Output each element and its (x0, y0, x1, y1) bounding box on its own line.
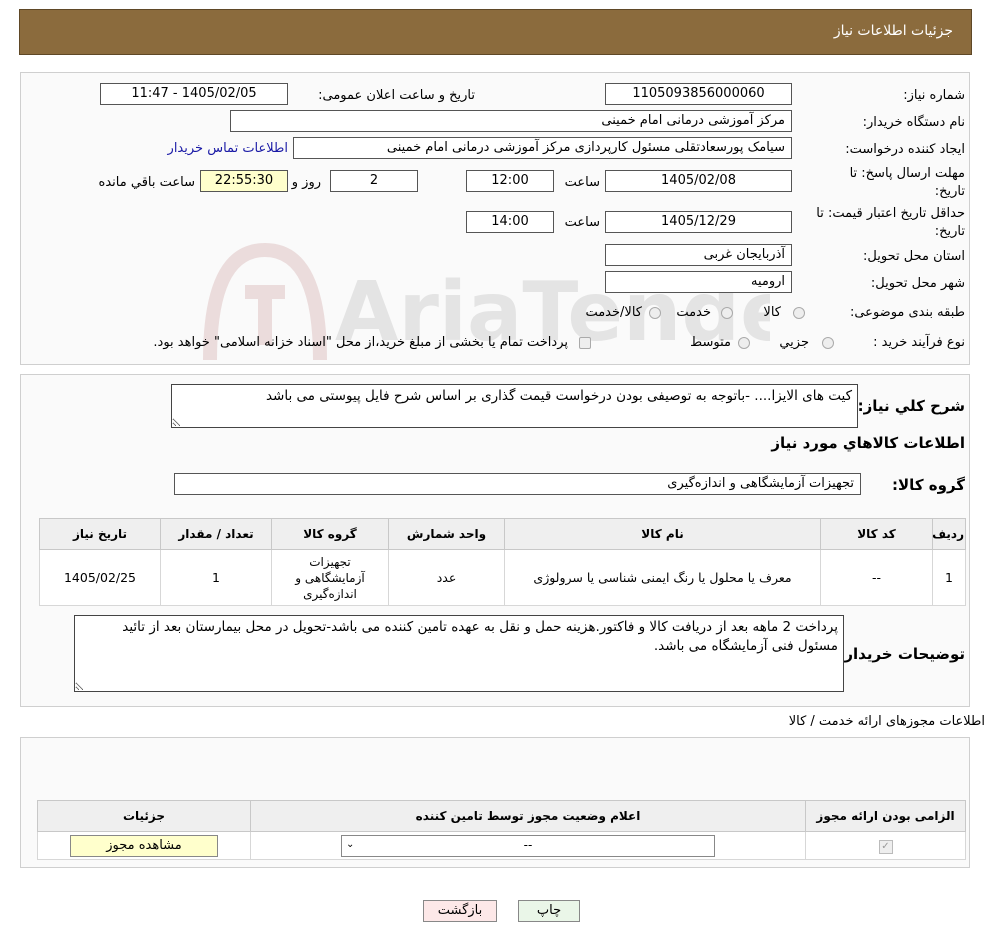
validity-time-label: ساعت (564, 215, 600, 230)
table-row: 1 -- معرف یا محلول یا رنگ ایمنی شناسی یا… (39, 549, 966, 606)
validity-label: حداقل تاریخ اعتبار قیمت: تا (816, 206, 965, 221)
col-row-number: ردیف (932, 518, 966, 550)
purchase-type-label: نوع فرآیند خرید : (873, 335, 965, 350)
page-header: جزئیات اطلاعات نیاز (19, 9, 972, 55)
goods-group-label: گروه کالا: (892, 476, 965, 494)
creator-field: سیامک پورسعادتقلی مسئول کارپردازی مرکز آ… (293, 137, 792, 159)
view-permit-button[interactable]: مشاهده مجوز (70, 834, 218, 857)
col-permit-required: الزامی بودن ارائه مجوز (805, 800, 966, 832)
province-label: استان محل تحویل: (863, 249, 965, 264)
category-radio-goods-service[interactable] (649, 307, 661, 319)
purchase-checkbox-treasury[interactable] (579, 337, 591, 349)
purchase-option-medium: متوسط (690, 335, 731, 350)
chevron-down-icon: ⌄ (346, 838, 355, 850)
cell-item-code: -- (820, 549, 933, 606)
category-radio-service[interactable] (721, 307, 733, 319)
permits-table: الزامی بودن ارائه مجوز اعلام وضعیت مجوز … (37, 800, 966, 860)
goods-group-field: تجهیزات آزمایشگاهی و اندازه‌گیری (174, 473, 861, 495)
buyer-org-label: نام دستگاه خریدار: (862, 115, 965, 130)
province-field: آذربایجان غربی (605, 244, 792, 266)
validity-date-field: 1405/12/29 (605, 211, 792, 233)
page-title: جزئیات اطلاعات نیاز (833, 23, 953, 39)
cell-unit: عدد (388, 549, 505, 606)
buyer-notes-textarea[interactable]: پرداخت 2 ماهه بعد از دریافت کالا و فاکتو… (74, 615, 844, 692)
creator-label: ایجاد کننده درخواست: (845, 142, 965, 157)
deadline-label: مهلت ارسال پاسخ: تا (849, 166, 965, 181)
city-field: ارومیه (605, 271, 792, 293)
cell-item-name: معرف یا محلول یا رنگ ایمنی شناسی یا سرول… (504, 549, 821, 606)
purchase-treasury-note: پرداخت تمام یا بخشی از مبلغ خرید،از محل … (153, 335, 568, 350)
need-number-field: 1105093856000060 (605, 83, 792, 105)
category-option-goods: کالا (763, 305, 781, 320)
purchase-radio-small[interactable] (822, 337, 834, 349)
back-button[interactable]: بازگشت (423, 900, 497, 922)
validity-time-field: 14:00 (466, 211, 554, 233)
announce-date-field: 1405/02/05 - 11:47 (100, 83, 288, 105)
buyer-contact-link[interactable]: اطلاعات تماس خریدار (168, 141, 288, 156)
cell-row-number: 1 (932, 549, 966, 606)
permits-table-header: الزامی بودن ارائه مجوز اعلام وضعیت مجوز … (37, 800, 966, 832)
general-desc-textarea[interactable]: کیت های الایزا.... -باتوجه به توصیفی بود… (171, 384, 858, 428)
remaining-label: ساعت باقي مانده (98, 175, 195, 190)
col-need-date: تاریخ نیاز (39, 518, 161, 550)
category-option-goods-service: کالا/خدمت (585, 305, 642, 320)
cell-need-date: 1405/02/25 (39, 549, 161, 606)
days-label: روز و (291, 175, 321, 190)
col-item-code: کد کالا (820, 518, 933, 550)
deadline-time-field: 12:00 (466, 170, 554, 192)
buyer-org-field: مرکز آموزشی درمانی امام خمینی (230, 110, 792, 132)
category-option-service: خدمت (676, 305, 711, 320)
category-label: طبقه بندی موضوعی: (849, 305, 965, 320)
goods-table-header: ردیف کد کالا نام کالا واحد شمارش گروه کا… (39, 518, 966, 550)
print-button[interactable]: چاپ (518, 900, 580, 922)
need-number-label: شماره نیاز: (903, 88, 965, 103)
cell-item-group: تجهیزات آزمایشگاهی و اندازه‌گیری (271, 549, 389, 606)
purchase-option-small: جزیي (779, 335, 809, 350)
col-permit-details: جزئیات (37, 800, 251, 832)
remaining-time-field: 22:55:30 (200, 170, 288, 192)
col-quantity: تعداد / مقدار (160, 518, 272, 550)
deadline-time-label: ساعت (564, 175, 600, 190)
announce-date-label: تاریخ و ساعت اعلان عمومی: (318, 88, 475, 103)
col-item-name: نام کالا (504, 518, 821, 550)
col-unit: واحد شمارش (388, 518, 505, 550)
category-radio-goods[interactable] (793, 307, 805, 319)
table-row: ✓ ⌄ -- مشاهده مجوز (37, 831, 966, 860)
validity-label-date: تاریخ: (934, 224, 965, 239)
col-permit-status: اعلام وضعیت مجوز توسط تامین کننده (250, 800, 806, 832)
buyer-notes-label: توضیحات خریدار: (838, 645, 965, 663)
days-field: 2 (330, 170, 418, 192)
purchase-radio-medium[interactable] (738, 337, 750, 349)
permit-status-select[interactable]: ⌄ -- (341, 834, 715, 857)
permit-required-checkbox: ✓ (878, 840, 893, 854)
deadline-date-field: 1405/02/08 (605, 170, 792, 192)
goods-section-title: اطلاعات کالاهاي مورد نیاز (771, 434, 965, 452)
goods-table: ردیف کد کالا نام کالا واحد شمارش گروه کا… (39, 518, 966, 606)
city-label: شهر محل تحویل: (870, 276, 965, 291)
deadline-label-date: تاریخ: (934, 184, 965, 199)
col-item-group: گروه کالا (271, 518, 389, 550)
permits-title: اطلاعات مجوزهای ارائه خدمت / کالا (788, 714, 985, 729)
cell-quantity: 1 (160, 549, 272, 606)
general-desc-label: شرح کلي نیاز: (857, 397, 965, 415)
